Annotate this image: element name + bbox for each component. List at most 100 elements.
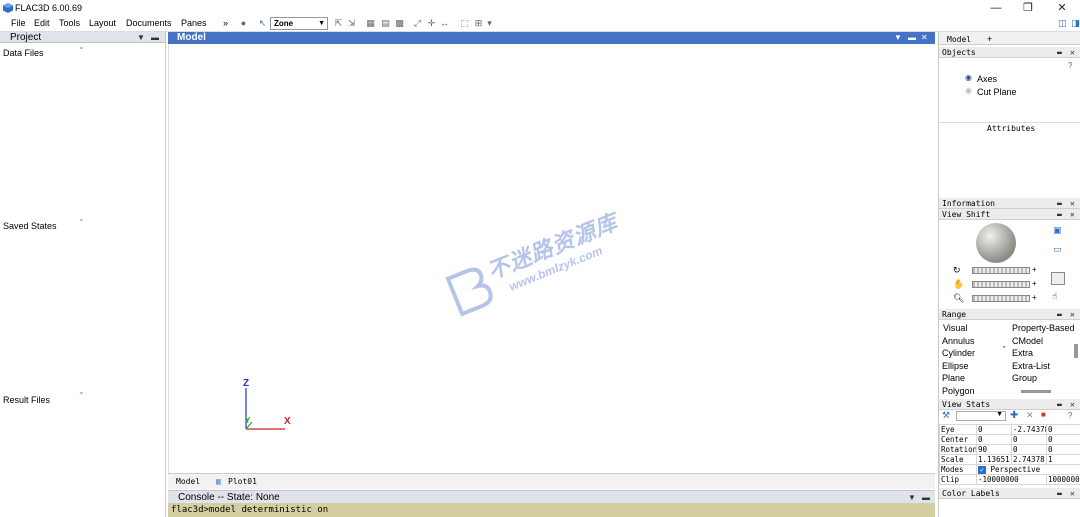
lock-icon[interactable]: ■ bbox=[1041, 410, 1046, 419]
plus-icon[interactable]: + bbox=[1032, 279, 1037, 288]
tiles-icon[interactable]: ▩ bbox=[393, 17, 406, 30]
eye-hidden-icon[interactable]: ◉ bbox=[965, 86, 972, 95]
pan-icon[interactable]: ✋ bbox=[953, 279, 964, 290]
range-item-group[interactable]: Group bbox=[1012, 373, 1037, 383]
range-item-cylinder[interactable]: Cylinder bbox=[942, 348, 975, 358]
range-item-ellipse[interactable]: Ellipse bbox=[942, 361, 969, 371]
zone-select[interactable]: Zone ▼ bbox=[270, 17, 328, 30]
plus-icon[interactable]: + bbox=[1032, 265, 1037, 274]
tab-model[interactable]: Model bbox=[176, 477, 200, 486]
object-cut-plane[interactable]: Cut Plane bbox=[977, 87, 1017, 97]
rotate-slider[interactable] bbox=[972, 267, 1030, 274]
menu-file[interactable]: File bbox=[11, 18, 26, 28]
stat-cell[interactable]: 0 bbox=[976, 434, 1012, 445]
stat-cell[interactable]: -2.74378 bbox=[1011, 424, 1047, 435]
tab-right-model[interactable]: Model bbox=[947, 35, 971, 44]
close-icon[interactable]: ✕ bbox=[1070, 47, 1075, 58]
result-files-section[interactable]: Result Files bbox=[3, 395, 50, 405]
model-close-icon[interactable]: ✕ bbox=[921, 32, 928, 44]
camera-tool-icon[interactable]: ⚒ bbox=[942, 410, 950, 421]
layout-panel-icon[interactable]: ◨ bbox=[1069, 17, 1080, 30]
object-axes[interactable]: Axes bbox=[977, 74, 997, 84]
clip-far-field[interactable]: 100000000 bbox=[1046, 474, 1080, 485]
menu-documents[interactable]: Documents bbox=[126, 18, 172, 28]
cross-icon[interactable]: ✛ bbox=[425, 17, 438, 30]
view-sphere-control[interactable] bbox=[976, 223, 1016, 263]
play-icon[interactable]: ▣ bbox=[1053, 225, 1062, 236]
tab-add-button[interactable]: + bbox=[987, 34, 992, 44]
stat-cell[interactable]: 0 bbox=[1011, 444, 1047, 455]
sphere-icon[interactable]: ● bbox=[237, 17, 250, 30]
stat-cell[interactable]: 90 bbox=[976, 444, 1012, 455]
range-item-cmodel[interactable]: CModel bbox=[1012, 336, 1043, 346]
perspective-checkbox[interactable]: ✓ bbox=[978, 466, 986, 474]
dock-icon[interactable]: ▬ bbox=[1057, 47, 1062, 58]
scroll-grip-icon[interactable]: ▪ bbox=[1003, 344, 1005, 351]
tab-plot01[interactable]: Plot01 bbox=[228, 477, 257, 486]
model-menu-icon[interactable]: ▼ bbox=[894, 32, 902, 44]
stat-cell[interactable]: 0 bbox=[1011, 434, 1047, 445]
eye-icon[interactable]: ◉ bbox=[965, 73, 972, 82]
range-item-annulus[interactable]: Annulus bbox=[942, 336, 975, 346]
saved-states-section[interactable]: Saved States bbox=[3, 221, 57, 231]
close-icon[interactable]: ✕ bbox=[1070, 399, 1075, 410]
menu-panes[interactable]: Panes bbox=[181, 18, 207, 28]
stat-cell[interactable]: 2.74378 bbox=[1011, 454, 1047, 465]
range-item-polygon[interactable]: Polygon bbox=[942, 386, 975, 396]
menu-overflow[interactable]: » bbox=[223, 18, 228, 28]
chevron-down-icon[interactable]: ⌄ bbox=[78, 387, 85, 396]
hand-icon[interactable]: ☝ bbox=[1052, 291, 1057, 302]
chevron-down-icon[interactable]: ⌄ bbox=[78, 214, 85, 223]
measure-icon[interactable]: ↔ bbox=[438, 17, 451, 30]
dock-icon[interactable]: ▬ bbox=[1057, 209, 1062, 220]
model-dock-icon[interactable]: ▬ bbox=[908, 32, 916, 44]
grid-alt-icon[interactable]: ▤ bbox=[379, 17, 392, 30]
plus-icon[interactable]: + bbox=[1032, 293, 1037, 302]
close-button[interactable]: ✕ bbox=[1047, 0, 1077, 16]
dock-icon[interactable]: ▬ bbox=[1057, 309, 1062, 320]
chevron-down-icon[interactable]: ⌄ bbox=[78, 42, 85, 51]
stat-cell[interactable]: 1 bbox=[1046, 454, 1080, 465]
minimize-button[interactable]: — bbox=[981, 0, 1011, 16]
dock-icon[interactable]: ▬ bbox=[1057, 198, 1062, 209]
close-icon[interactable]: ✕ bbox=[1070, 209, 1075, 220]
clip-near-field[interactable]: -10000000 bbox=[976, 474, 1047, 485]
zoom-vertical-slider[interactable] bbox=[1051, 272, 1065, 285]
dock-icon[interactable]: ▬ bbox=[1057, 488, 1062, 499]
pan-slider[interactable] bbox=[972, 281, 1030, 288]
data-files-section[interactable]: Data Files bbox=[3, 48, 44, 58]
close-icon[interactable]: ✕ bbox=[1070, 488, 1075, 499]
layout-split-icon[interactable]: ◫ bbox=[1056, 17, 1069, 30]
vector-icon[interactable]: ⤢ bbox=[411, 17, 424, 30]
grid-icon[interactable]: ▦ bbox=[364, 17, 377, 30]
range-item-property-based[interactable]: Property-Based bbox=[1012, 323, 1075, 333]
range-item-extra[interactable]: Extra bbox=[1012, 348, 1033, 358]
dock-icon[interactable]: ▬ bbox=[1057, 399, 1062, 410]
stat-cell[interactable]: 0 bbox=[1046, 434, 1080, 445]
pointer-icon[interactable]: ↖ bbox=[256, 17, 269, 30]
layout-dropdown-icon[interactable]: ▾ bbox=[483, 17, 496, 30]
stat-cell[interactable]: 1.13651 bbox=[976, 454, 1012, 465]
rotate-icon[interactable]: ↻ bbox=[953, 265, 961, 276]
zoom-icon[interactable]: 🔍︎ bbox=[953, 293, 964, 304]
add-view-icon[interactable]: ✚ bbox=[1010, 410, 1018, 421]
range-item-visual[interactable]: Visual bbox=[943, 323, 967, 333]
restore-button[interactable]: ❐ bbox=[1013, 0, 1043, 16]
range-item-plane[interactable]: Plane bbox=[942, 373, 965, 383]
close-icon[interactable]: ✕ bbox=[1070, 198, 1075, 209]
menu-edit[interactable]: Edit bbox=[34, 18, 50, 28]
screen-icon[interactable]: ▭ bbox=[1053, 244, 1062, 255]
stat-cell[interactable]: 0 bbox=[976, 424, 1012, 435]
select-region-icon[interactable]: ⇲ bbox=[345, 17, 358, 30]
help-icon[interactable]: ? bbox=[1068, 411, 1072, 420]
range-hscrollbar[interactable] bbox=[1021, 390, 1051, 393]
range-item-extra-list[interactable]: Extra-List bbox=[1012, 361, 1050, 371]
delete-view-icon[interactable]: ✕ bbox=[1026, 410, 1034, 421]
console-input[interactable]: flac3d>model deterministic on bbox=[168, 503, 935, 517]
range-scrollbar[interactable] bbox=[1074, 344, 1078, 358]
close-icon[interactable]: ✕ bbox=[1070, 309, 1075, 320]
project-dock-icon[interactable]: ▬ bbox=[151, 32, 159, 43]
stat-cell[interactable]: 0 bbox=[1046, 424, 1080, 435]
view-stats-select[interactable]: ▼ bbox=[956, 411, 1006, 421]
zoom-slider[interactable] bbox=[972, 295, 1030, 302]
